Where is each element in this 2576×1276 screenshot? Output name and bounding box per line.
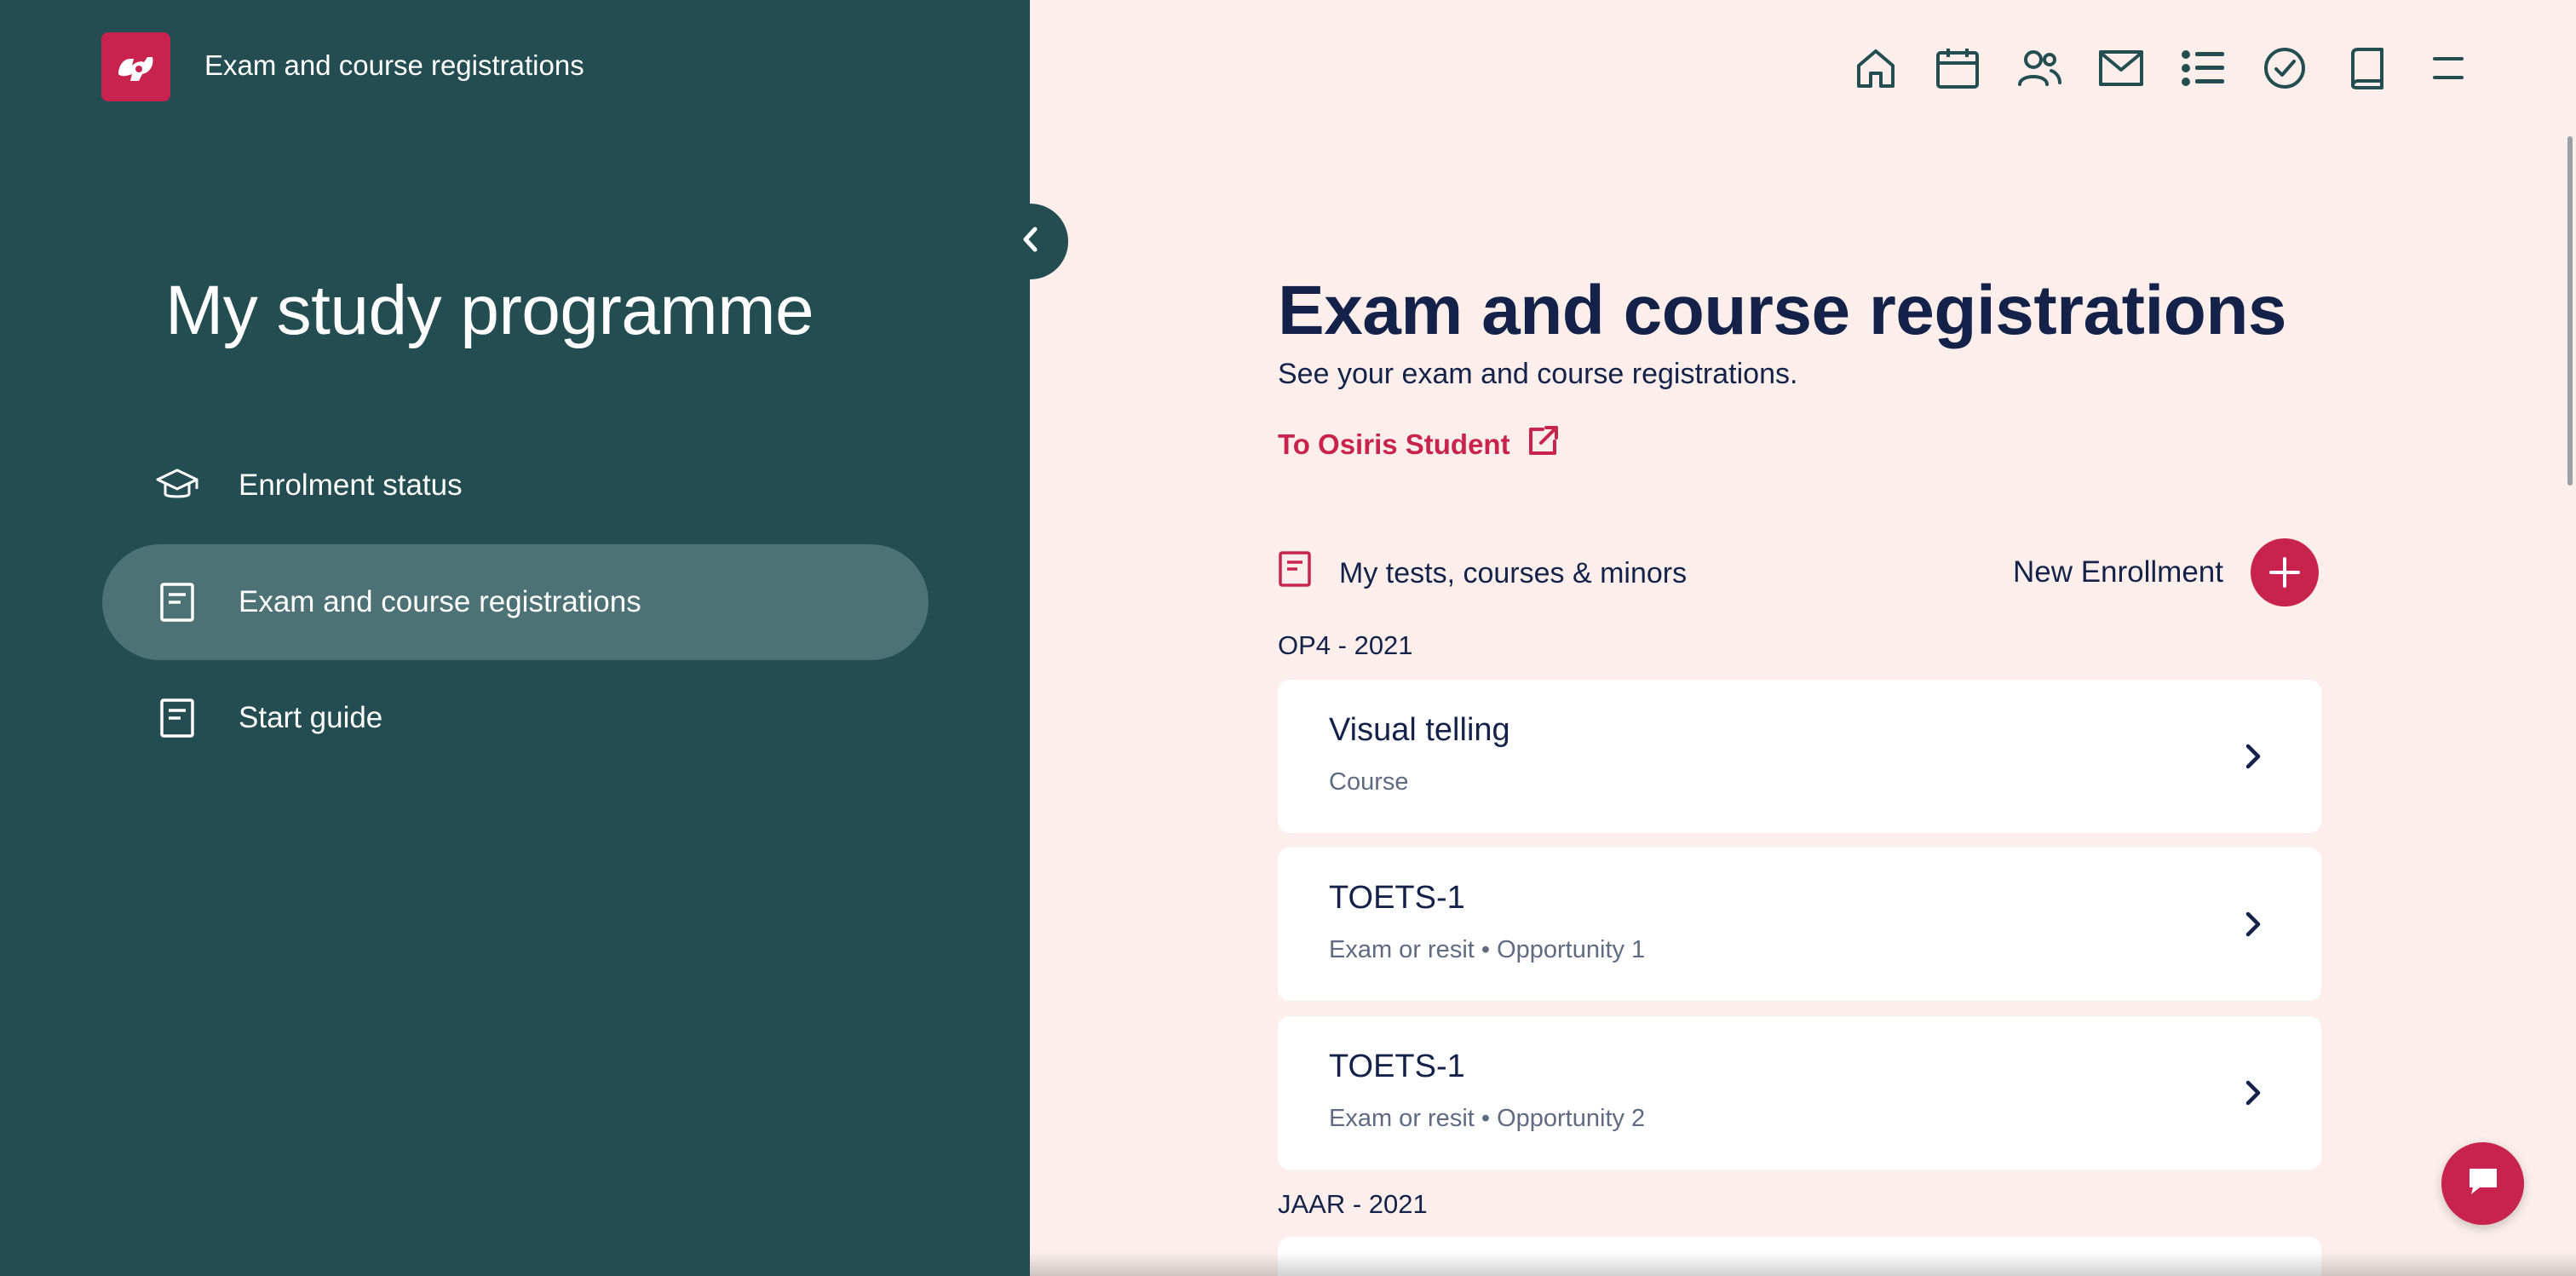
osiris-link-label: To Osiris Student [1278, 428, 1510, 460]
home-icon[interactable] [1835, 41, 1917, 95]
calendar-icon[interactable] [1917, 41, 1998, 95]
chevron-right-icon [2236, 907, 2270, 941]
new-enrollment-label: New Enrollment [2012, 555, 2223, 589]
item-title: TOETS-1 [1329, 1049, 1465, 1084]
sidebar-item-start-guide[interactable]: Start guide [102, 660, 929, 776]
group-label-op4: OP4 - 2021 [1278, 630, 1413, 660]
item-subtitle: Exam or resit • Opportunity 2 [1329, 1105, 1646, 1132]
scrollbar-thumb[interactable] [2567, 136, 2573, 486]
list-item[interactable]: TOETS-1 Exam or resit • Opportunity 2 [1278, 1016, 2321, 1170]
menu-icon[interactable] [2407, 41, 2489, 95]
collapse-sidebar-button[interactable] [992, 204, 1068, 279]
sidebar: Exam and course registrations My study p… [0, 0, 1030, 1276]
app-root: Exam and course registrations My study p… [0, 0, 2576, 1276]
plus-icon [2251, 538, 2319, 606]
sidebar-heading: My study programme [165, 272, 814, 349]
document-icon [155, 580, 199, 624]
group-label-jaar: JAAR - 2021 [1278, 1189, 1428, 1219]
sidebar-item-label: Exam and course registrations [239, 585, 641, 618]
sidebar-item-exam-registrations[interactable]: Exam and course registrations [102, 544, 929, 660]
chevron-left-icon [1018, 224, 1044, 259]
mail-icon[interactable] [2080, 41, 2162, 95]
chevron-right-icon [2236, 1076, 2270, 1110]
hu-logo-icon[interactable] [101, 32, 170, 101]
item-subtitle: Exam or resit • Opportunity 1 [1329, 936, 1646, 963]
list-icon[interactable] [2162, 41, 2244, 95]
top-navigation [1835, 41, 2489, 95]
document-icon [1278, 550, 1312, 592]
item-title: Visual telling [1329, 712, 1510, 748]
people-icon[interactable] [1998, 41, 2080, 95]
new-enrollment-button[interactable]: New Enrollment [2013, 538, 2319, 606]
graduation-cap-icon [155, 463, 199, 508]
page-subtitle: See your exam and course registrations. [1278, 358, 1798, 390]
osiris-student-link[interactable]: To Osiris Student [1278, 424, 1560, 465]
sidebar-item-enrolment-status[interactable]: Enrolment status [102, 428, 929, 543]
section-label: My tests, courses & minors [1339, 557, 1688, 589]
item-subtitle: Course [1329, 768, 1409, 796]
section-header: My tests, courses & minors New Enrollmen… [1278, 538, 2319, 606]
bottom-shadow [1030, 1252, 2576, 1276]
sidebar-item-label: Start guide [239, 701, 383, 734]
page-title: Exam and course registrations [1278, 272, 2287, 349]
list-item[interactable]: TOETS-1 Exam or resit • Opportunity 1 [1278, 848, 2321, 1001]
item-title: TOETS-1 [1329, 880, 1465, 916]
list-item[interactable]: Visual telling Course [1278, 680, 2321, 833]
document-icon [155, 696, 199, 740]
app-title: Exam and course registrations [204, 49, 584, 81]
chevron-right-icon [2236, 739, 2270, 773]
sidebar-item-label: Enrolment status [239, 468, 463, 502]
external-link-icon [1526, 424, 1560, 465]
check-circle-icon[interactable] [2244, 41, 2326, 95]
chat-icon [2466, 1165, 2500, 1202]
book-icon[interactable] [2326, 41, 2407, 95]
chat-button[interactable] [2441, 1142, 2524, 1225]
